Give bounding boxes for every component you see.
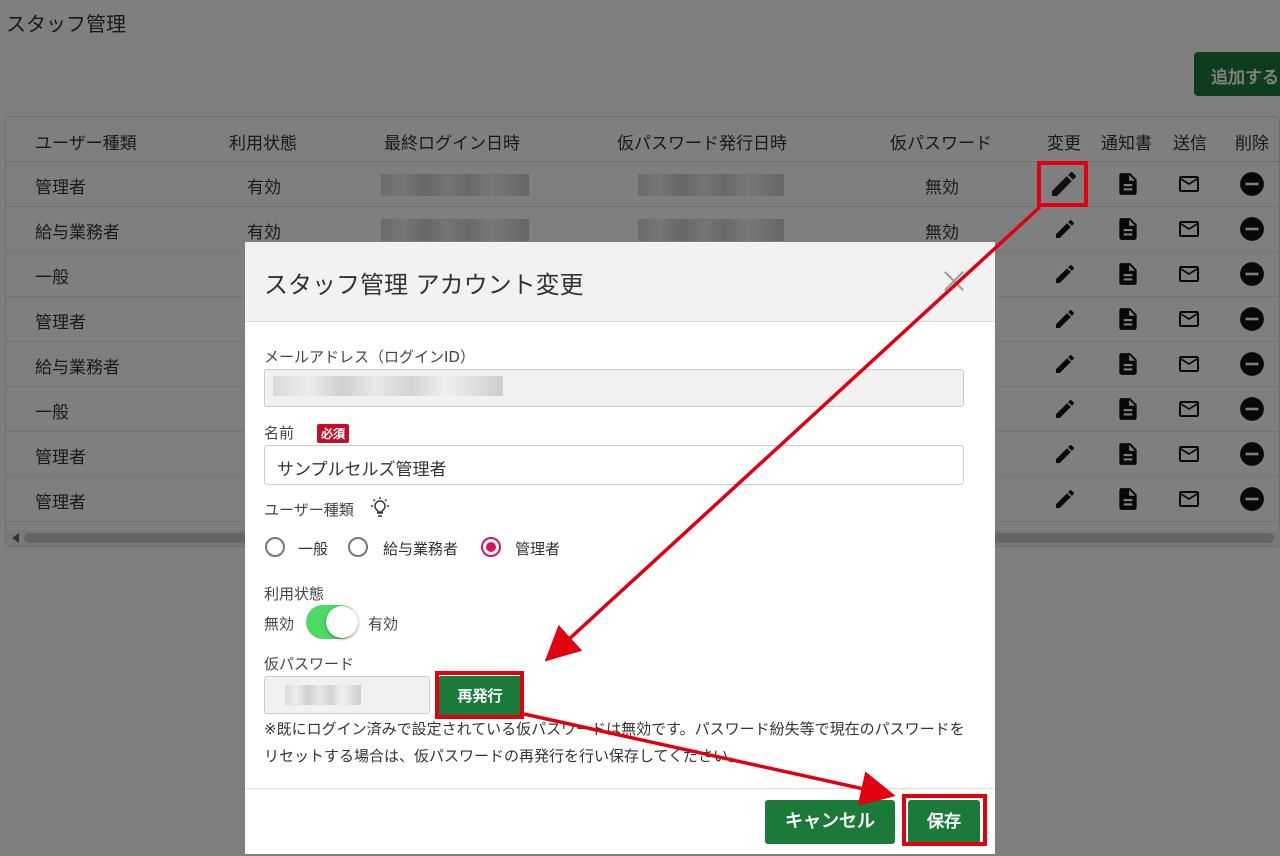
- temp-pw-note: ※既にログイン済みで設定されている仮パスワードは無効です。パスワード紛失等で現在…: [264, 720, 965, 765]
- redacted-temp-pw: [285, 685, 361, 705]
- account-edit-modal: スタッフ管理 アカウント変更 メールアドレス（ログインID） 名前 必須 サンプ…: [245, 242, 995, 854]
- cancel-button[interactable]: キャンセル: [765, 800, 895, 844]
- close-icon[interactable]: [941, 268, 967, 294]
- radio-general[interactable]: [265, 537, 285, 557]
- redacted-email: [273, 376, 503, 396]
- radio-general-label: 一般: [298, 540, 329, 558]
- name-field-value: サンプルセルズ管理者: [277, 460, 447, 480]
- email-field: [264, 369, 964, 407]
- required-badge: 必須: [317, 424, 350, 443]
- toggle-knob: [326, 606, 358, 638]
- temp-pw-field: [264, 676, 430, 714]
- radio-payroll-label: 給与業務者: [383, 540, 459, 558]
- status-label: 利用状態: [264, 585, 325, 603]
- status-toggle[interactable]: [306, 605, 358, 639]
- radio-payroll[interactable]: [348, 537, 368, 557]
- modal-header: スタッフ管理 アカウント変更: [245, 242, 995, 322]
- email-label: メールアドレス（ログインID）: [264, 348, 475, 366]
- radio-admin-label: 管理者: [515, 540, 561, 558]
- annotation-highlight-reissue: [435, 671, 524, 719]
- modal-footer: キャンセル 保存: [245, 788, 995, 854]
- modal-title: スタッフ管理 アカウント変更: [264, 271, 584, 299]
- pencil-icon[interactable]: [1048, 168, 1080, 204]
- annotation-highlight-save: [902, 794, 987, 846]
- name-field[interactable]: サンプルセルズ管理者: [264, 445, 964, 485]
- temp-pw-label: 仮パスワード: [264, 655, 355, 673]
- lightbulb-icon[interactable]: [368, 496, 392, 524]
- status-off-label: 無効: [264, 615, 295, 633]
- name-label: 名前: [264, 424, 295, 442]
- status-on-label: 有効: [368, 615, 399, 633]
- radio-admin[interactable]: [481, 537, 501, 557]
- user-type-label: ユーザー種類: [264, 501, 354, 519]
